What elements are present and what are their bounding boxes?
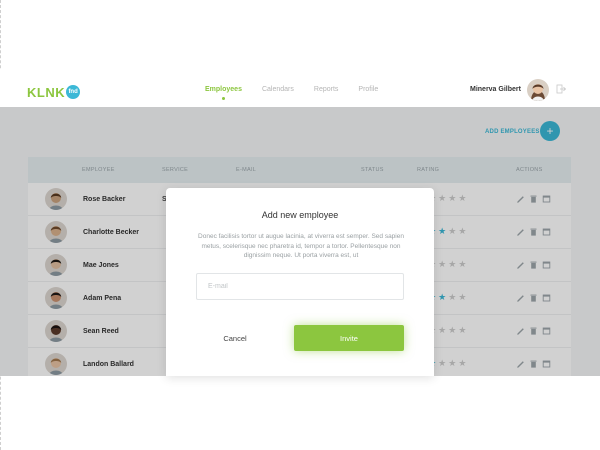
app-stage: KLNK fnd Employees Calendars Reports Pro… [0,0,600,450]
cancel-button[interactable]: Cancel [206,326,264,350]
nav-reports-label: Reports [313,86,339,93]
user-avatar-image [527,79,549,101]
logo-badge: fnd [66,85,81,99]
nav-employees-label: Employees [205,86,242,93]
nav-employees[interactable]: Employees [205,86,242,100]
top-header: KLNK fnd Employees Calendars Reports Pro… [0,70,600,107]
app-logo[interactable]: KLNK fnd [27,83,81,101]
nav-calendars[interactable]: Calendars [262,86,294,93]
modal-title: Add new employee [261,210,339,220]
logout-icon[interactable] [556,84,566,94]
nav-calendars-label: Calendars [261,86,294,93]
logo-text: KLNK [27,84,66,100]
active-indicator-dot [221,97,225,100]
nav-profile-label: Profile [358,86,379,93]
nav-profile[interactable]: Profile [358,86,378,93]
user-name: Minerva Gilbert [470,86,521,93]
nav-reports[interactable]: Reports [314,86,339,93]
modal-description: Donec facilisis tortor ut augue lacinia,… [198,233,404,259]
user-avatar[interactable] [527,79,549,101]
email-input[interactable] [196,273,404,300]
main-nav: Employees Calendars Reports Profile [205,86,398,100]
invite-button[interactable]: Invite [294,325,404,351]
add-employee-modal: Add new employee Donec facilisis tortor … [166,188,434,376]
